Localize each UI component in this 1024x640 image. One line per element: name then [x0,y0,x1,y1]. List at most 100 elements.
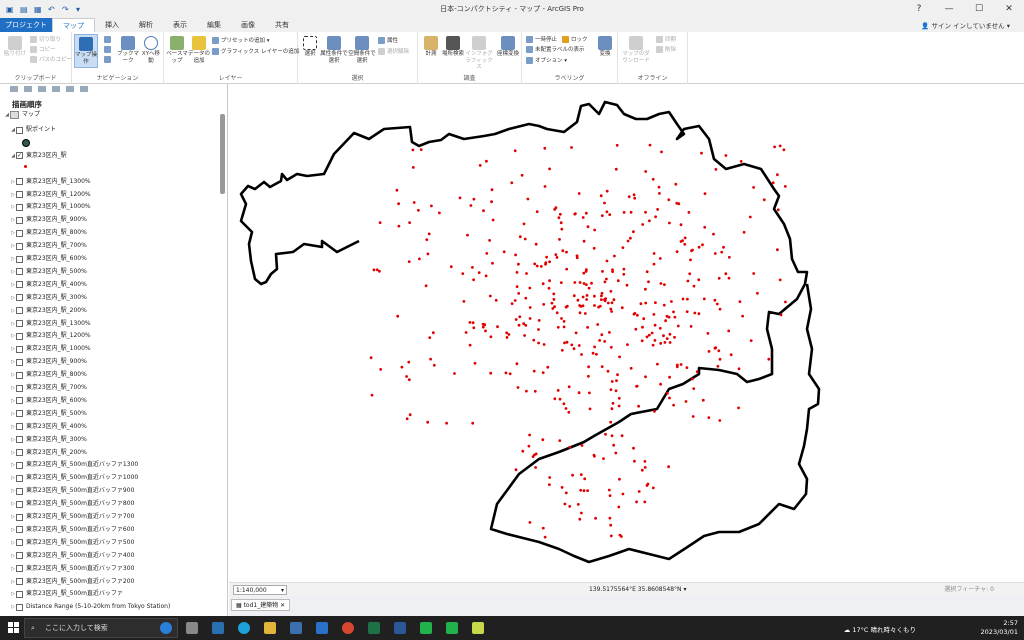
layer-visibility-checkbox[interactable] [16,423,23,431]
layer-visibility-checkbox[interactable] [16,578,23,585]
mail-icon[interactable] [316,622,328,634]
sync-button[interactable]: 同期 [656,36,676,44]
layer-row[interactable]: ▷ 東京23区内_駅_900% [10,356,87,368]
layer-visibility-checkbox[interactable] [16,436,23,444]
map-view[interactable] [229,84,1024,582]
scale-selector[interactable]: 1:140,000 ▾ [233,585,287,595]
layer-visibility-checkbox[interactable] [16,474,23,482]
layer-row[interactable]: ▷ 東京23区内_駅_1200% [10,330,91,342]
layer-row[interactable]: ▷ 東京23区内_駅_500m直近バッファ800 [10,498,134,510]
layer-visibility-checkbox[interactable] [16,513,23,521]
chrome-icon[interactable] [342,622,354,634]
labeling-options-button[interactable]: オプション ▾ [526,57,567,65]
maximize-button[interactable]: ☐ [964,0,994,18]
layer-visibility-checkbox[interactable] [16,281,23,289]
back-button[interactable] [102,56,112,64]
zoom-full-button[interactable] [102,36,112,44]
layer-visibility-checkbox[interactable] [16,255,23,263]
layer-row[interactable]: ▷ 東京23区内_駅_200% [10,447,87,459]
line-icon-2[interactable] [446,622,458,634]
layer-visibility-checkbox[interactable] [16,358,23,366]
coordinate-conversion-button[interactable]: 座標変換 [496,36,520,58]
edge-icon[interactable] [238,622,250,634]
layer-visibility-checkbox[interactable] [16,191,23,198]
bookmarks-button[interactable]: ブックマーク [116,36,140,64]
word-icon[interactable] [394,622,406,634]
view-unplaced-button[interactable]: 未配置ラベルの表示 [526,46,585,54]
layer-row[interactable]: ▷ 東京23区内_駅_900% [10,214,87,226]
select-by-attributes-button[interactable]: 属性条件で選択 [320,36,348,64]
layer-row[interactable]: ▷ 東京23区内_駅_400% [10,421,87,433]
layer-row[interactable]: ▷ 東京23区内_駅_500m直近バッファ400 [10,550,134,562]
bing-icon[interactable] [160,622,172,634]
layer-row[interactable]: ◢ ✓ 東京23区内_駅 [10,150,67,162]
layer-visibility-checkbox[interactable] [16,552,23,560]
layer-row[interactable]: ▷ 東京23区内_駅_700% [10,382,87,394]
layer-row[interactable]: ▷ 東京23区内_駅_1000% [10,201,91,213]
download-map-button[interactable]: マップのダウンロード [620,36,652,64]
tree-map-node[interactable]: ◢ マップ [4,109,40,121]
layer-row[interactable]: ▷ 東京23区内_駅_600% [10,395,87,407]
list-by-source-icon[interactable] [24,86,32,92]
tab-view-tod1[interactable]: ▦ tod1_建築物 ✕ [231,599,291,611]
layer-row[interactable]: ◢ 駅ポイント [10,124,56,136]
layer-row[interactable]: ▷ 東京23区内_駅_500m直近バッファ200 [10,576,134,588]
layer-row[interactable]: ▷ 東京23区内_駅_500m直近バッファ900 [10,485,134,497]
start-button[interactable] [8,622,20,634]
layer-visibility-checkbox[interactable] [16,345,23,353]
layer-visibility-checkbox[interactable] [16,216,23,224]
layer-visibility-checkbox[interactable] [16,320,23,327]
attributes-button[interactable]: 属性 [378,37,398,45]
add-graphics-layer-button[interactable]: グラフィックス レイヤーの追加 [212,48,299,56]
line-icon[interactable] [420,622,432,634]
layer-visibility-checkbox[interactable] [16,332,23,340]
infographics-button[interactable]: インフォグラフィックス [464,36,494,71]
layer-row[interactable]: ▷ 東京23区内_駅_500% [10,266,87,278]
tab-share[interactable]: 共有 [265,18,299,32]
explore-button[interactable]: マップ操作 [74,34,98,68]
copy-button[interactable]: コピー [30,46,56,54]
minimize-button[interactable]: — [934,0,964,18]
add-preset-button[interactable]: プリセットの追加 ▾ [212,37,270,45]
close-tab-icon[interactable]: ✕ [280,602,285,609]
taskbar-search[interactable]: ⌕ ここに入力して検索 [24,618,178,638]
layer-row[interactable]: ▷ 東京23区内_駅_500% [10,408,87,420]
measure-button[interactable]: 計測 [420,36,442,58]
layer-visibility-checkbox[interactable]: ✓ [16,152,23,160]
list-by-snapping-icon[interactable] [66,86,74,92]
layer-row[interactable]: ▷ 東京23区内_駅_700% [10,240,87,252]
layer-row[interactable]: ▷ Distance Range (5-10-20km from Tokyo St… [10,601,170,613]
layer-row[interactable]: ▷ 東京23区内_駅_400% [10,279,87,291]
tab-edit[interactable]: 編集 [197,18,231,32]
layer-visibility-checkbox[interactable] [16,229,23,237]
taskbar-clock[interactable]: 2:57 2023/03/01 [981,619,1018,637]
layer-visibility-checkbox[interactable] [16,487,23,495]
arcgis-pro-icon[interactable] [212,622,224,634]
layer-visibility-checkbox[interactable] [16,294,23,302]
app-icon[interactable] [472,622,484,634]
lock-labels-button[interactable]: ロック [562,36,588,44]
layer-visibility-checkbox[interactable] [16,397,23,405]
excel-icon[interactable] [368,622,380,634]
clear-selection-button[interactable]: 選択解除 [378,48,409,56]
list-by-selection-icon[interactable] [38,86,46,92]
list-by-drawing-order-icon[interactable] [10,86,18,92]
list-by-labeling-icon[interactable] [80,86,88,92]
layer-visibility-checkbox[interactable] [16,410,23,418]
close-button[interactable]: ✕ [994,0,1024,18]
layer-row[interactable]: ▷ 東京23区内_駅_1300% [10,318,91,330]
chevron-down-icon[interactable]: ▾ [683,586,686,593]
layer-row[interactable]: ▷ 東京23区内_駅_800% [10,369,87,381]
tab-imagery[interactable]: 画像 [231,18,265,32]
layer-row[interactable]: ▷ 東京23区内_駅_300% [10,292,87,304]
goto-xy-button[interactable]: XYへ移動 [140,36,162,64]
layer-row[interactable]: ▷ 東京23区内_駅_500m直近バッファ500 [10,537,134,549]
layer-row[interactable]: ▷ 東京23区内_駅_500m直近バッファ300 [10,563,134,575]
layer-row[interactable]: ▷ 東京23区内_駅_500m直近バッファ600 [10,524,134,536]
layer-row[interactable]: ▷ 東京23区内_駅_500m直近バッファ1300 [10,459,138,471]
layer-visibility-checkbox[interactable] [16,539,23,547]
map-canvas[interactable] [229,84,1024,582]
task-view-icon[interactable] [186,622,198,634]
layer-visibility-checkbox[interactable] [16,526,23,534]
layer-visibility-checkbox[interactable] [16,461,23,469]
